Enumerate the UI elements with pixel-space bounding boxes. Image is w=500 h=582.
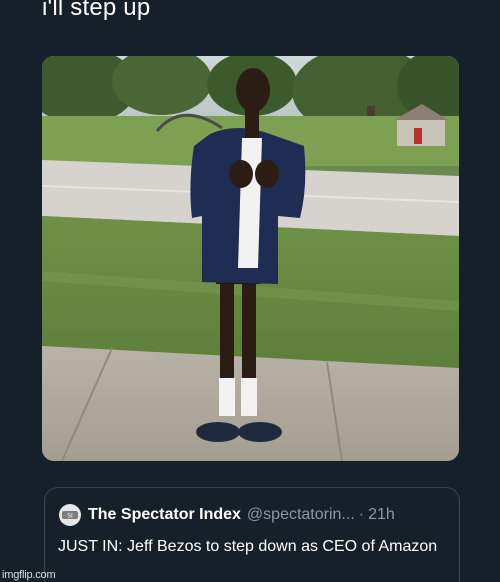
quoted-author-name[interactable]: The Spectator Index xyxy=(88,506,241,524)
tweet-text: i'll step up xyxy=(42,0,151,21)
photo-image xyxy=(42,56,459,461)
quoted-tweet-body: JUST IN: Jeff Bezos to step down as CEO … xyxy=(58,538,438,555)
quoted-tweet-card[interactable]: SI The Spectator Index @spectatorin... ·… xyxy=(44,487,460,582)
tweet-photo[interactable] xyxy=(42,56,459,461)
imgflip-watermark: imgflip.com xyxy=(2,569,56,581)
svg-text:SI: SI xyxy=(67,513,73,520)
spectator-logo-icon[interactable]: SI xyxy=(59,504,81,526)
header-separator: · xyxy=(358,506,365,523)
tweet-screenshot: i'll step up SI The Spectator Index @spe… xyxy=(0,0,500,582)
quoted-tweet-time[interactable]: 21h xyxy=(368,506,395,524)
quoted-tweet-header: SI The Spectator Index @spectatorin... ·… xyxy=(59,504,395,526)
quoted-author-handle[interactable]: @spectatorin... xyxy=(247,506,355,524)
